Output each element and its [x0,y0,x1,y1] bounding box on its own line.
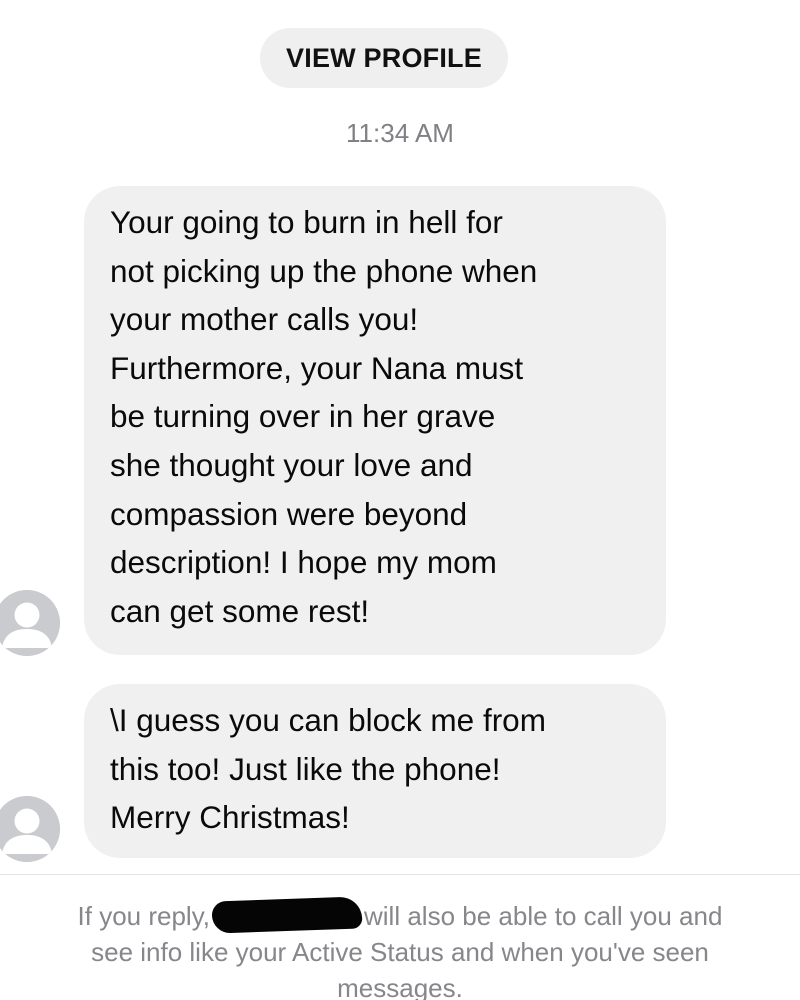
message-text-line: this too! Just like the phone! [110,750,501,787]
message-text-line: description! I hope my mom [110,544,497,581]
message-text-line: be turning over in her grave [110,398,496,435]
reply-privacy-notice: If you reply, will also be able to call y… [0,896,800,1000]
notice-line: If you reply, will also be able to call y… [0,896,800,934]
message-bubble[interactable]: \I guess you can block me from this too!… [84,684,666,858]
message-bubble[interactable]: Your going to burn in hell for not picki… [84,186,666,655]
message-timestamp: 11:34 AM [346,118,454,148]
view-profile-button[interactable]: VIEW PROFILE [260,28,508,88]
message-text-line: Merry Christmas! [110,799,350,836]
message-text-line: not picking up the phone when [110,252,538,289]
notice-line: see info like your Active Status and whe… [91,937,709,967]
footer-divider [0,874,800,875]
message-text-line: Your going to burn in hell for [110,204,503,240]
notice-text: will also be able to call you and [364,901,723,931]
message-text-line: Furthermore, your Nana must [110,349,524,386]
message-text-line: compassion were beyond [110,495,468,532]
notice-text: If you reply, [77,901,210,931]
message-text-line: can get some rest! [110,592,370,629]
message-text-line: your mother calls you! [110,301,419,338]
message-thread-screen: VIEW PROFILE 11:34 AM Your going to burn… [0,0,800,1000]
notice-line: messages. [337,973,463,1000]
message-text-line: she thought your love and [110,446,473,483]
message-text-line: \I guess you can block me from [110,702,546,738]
sender-avatar-icon[interactable] [0,796,60,862]
redaction-mark [211,896,363,934]
sender-avatar-icon[interactable] [0,590,60,656]
